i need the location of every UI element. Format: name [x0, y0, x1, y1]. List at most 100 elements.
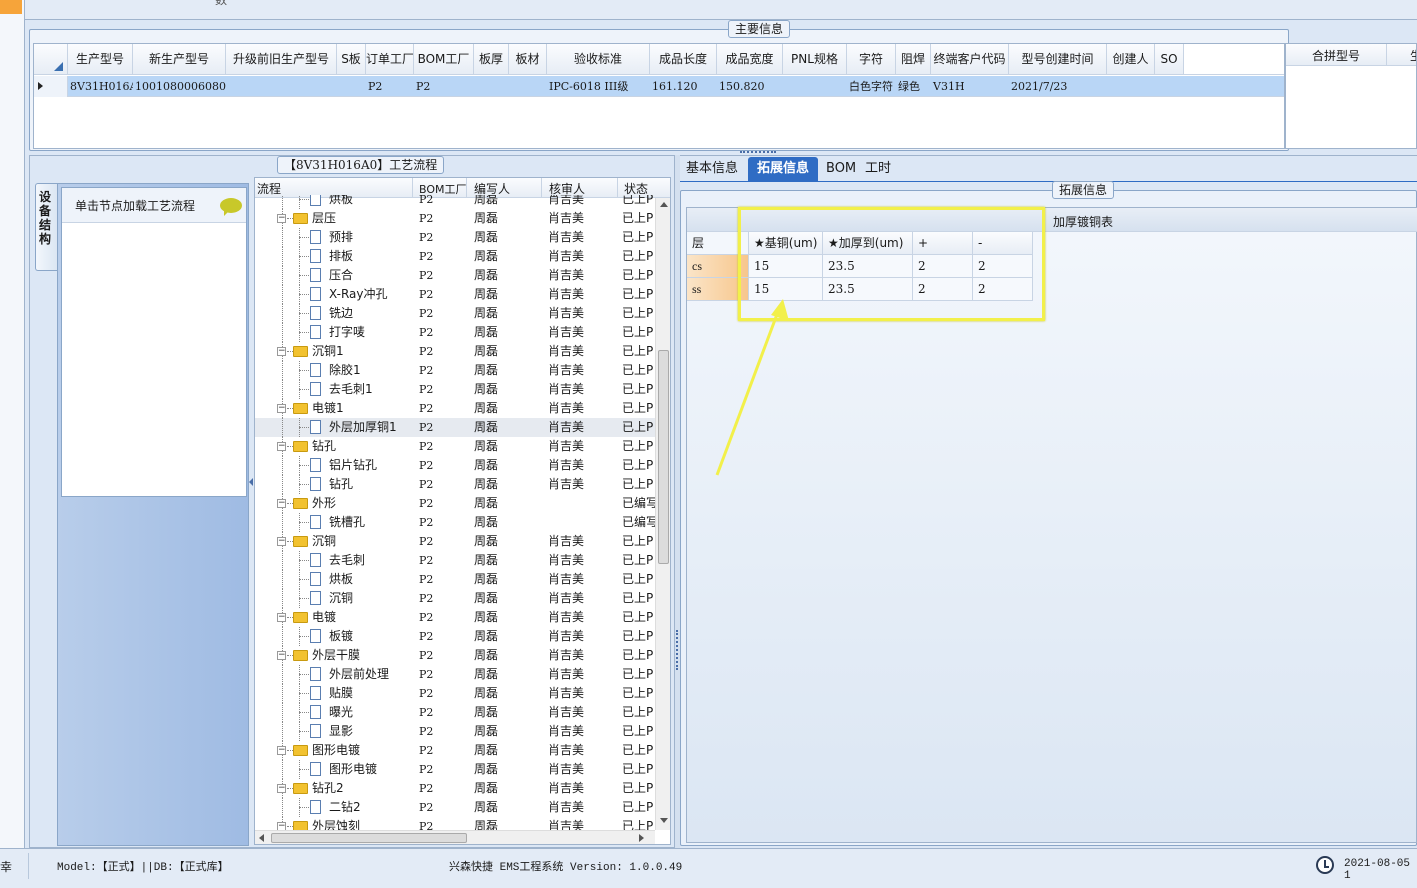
tree-row[interactable]: − 钻孔 P2 周磊 肖吉美 已上P	[255, 437, 655, 456]
collapse-icon[interactable]: −	[277, 651, 286, 660]
main-col-header[interactable]: S板	[337, 44, 366, 74]
main-col-header[interactable]: 字符	[847, 44, 896, 74]
side-tab-device-structure[interactable]: 设备结构	[35, 183, 57, 271]
scroll-right-icon[interactable]	[639, 834, 644, 842]
merge-col-1[interactable]: 生	[1410, 47, 1416, 64]
main-col-header[interactable]: 新生产型号	[133, 44, 226, 74]
device-hint-box[interactable]: 单击节点加载工艺流程	[61, 187, 247, 497]
main-col-header[interactable]: 板厚	[474, 44, 509, 74]
tree-vertical-scrollbar[interactable]	[655, 198, 670, 830]
tab-2[interactable]: BOM	[820, 157, 856, 181]
tree-row[interactable]: 去毛刺 P2 周磊 肖吉美 已上P	[255, 551, 655, 570]
tree-row[interactable]: − 外层干膜 P2 周磊 肖吉美 已上P	[255, 646, 655, 665]
main-info-row[interactable]: 8V31H016A010010800060803 P2P2 IPC-6018 III…	[34, 76, 1284, 97]
tree-row[interactable]: − 电镀 P2 周磊 肖吉美 已上P	[255, 608, 655, 627]
main-row-cell[interactable]: 161.120	[650, 76, 717, 97]
main-row-cell[interactable]: 150.820	[717, 76, 783, 97]
main-col-header[interactable]: 创建人	[1107, 44, 1155, 74]
tree-row[interactable]: 烘板 P2 周磊 肖吉美 已上P	[255, 570, 655, 589]
tree-row[interactable]: − 层压 P2 周磊 肖吉美 已上P	[255, 209, 655, 228]
collapse-icon[interactable]: −	[277, 214, 286, 223]
main-col-header[interactable]: PNL规格	[783, 44, 847, 74]
tree-row[interactable]: 曝光 P2 周磊 肖吉美 已上P	[255, 703, 655, 722]
collapse-icon[interactable]: −	[277, 746, 286, 755]
scroll-down-icon[interactable]	[660, 818, 668, 823]
tree-row[interactable]: 外层前处理 P2 周磊 肖吉美 已上P	[255, 665, 655, 684]
tree-row[interactable]: 钻孔 P2 周磊 肖吉美 已上P	[255, 475, 655, 494]
tab-1[interactable]: 拓展信息	[748, 157, 818, 181]
tree-row[interactable]: 排板 P2 周磊 肖吉美 已上P	[255, 247, 655, 266]
collapse-icon[interactable]: −	[277, 537, 286, 546]
scroll-left-icon[interactable]	[259, 834, 264, 842]
main-col-header[interactable]: BOM工厂	[414, 44, 474, 74]
tree-horizontal-scrollbar[interactable]	[255, 830, 655, 844]
tree-row[interactable]: 打字唛 P2 周磊 肖吉美 已上P	[255, 323, 655, 342]
tree-row[interactable]: − 沉铜 P2 周磊 肖吉美 已上P	[255, 532, 655, 551]
tree-row[interactable]: − 图形电镀 P2 周磊 肖吉美 已上P	[255, 741, 655, 760]
tab-3[interactable]: 工时	[858, 157, 898, 181]
tree-vertical-thumb[interactable]	[658, 350, 669, 564]
main-row-cell[interactable]: IPC-6018 III级	[547, 76, 650, 97]
main-row-cell[interactable]	[509, 76, 547, 97]
tree-row[interactable]: 烘板 P2 周磊 肖吉美 已上P	[255, 195, 655, 209]
horizontal-splitter-grip[interactable]	[740, 151, 776, 154]
main-col-header[interactable]: 成品长度	[650, 44, 717, 74]
main-row-cell[interactable]: P2	[366, 76, 414, 97]
main-row-cell[interactable]	[474, 76, 509, 97]
tree-row[interactable]: 铣槽孔 P2 周磊 已编写	[255, 513, 655, 532]
tab-0[interactable]: 基本信息	[680, 157, 742, 181]
main-row-cell[interactable]: 2021/7/23	[1009, 76, 1107, 97]
main-row-cell[interactable]	[1155, 76, 1184, 97]
left-collapse-icon[interactable]	[249, 478, 253, 486]
main-col-header[interactable]: 生产型号	[68, 44, 133, 74]
main-row-cell[interactable]	[783, 76, 847, 97]
tree-row[interactable]: − 外层蚀刻 P2 周磊 肖吉美 已上P	[255, 817, 655, 830]
collapse-icon[interactable]: −	[277, 404, 286, 413]
collapse-icon[interactable]: −	[277, 784, 286, 793]
main-col-header[interactable]: 订单工厂	[366, 44, 414, 74]
main-row-cell[interactable]: 8V31H016A0	[68, 76, 133, 97]
tree-horizontal-thumb[interactable]	[271, 833, 467, 843]
collapse-icon[interactable]: −	[277, 442, 286, 451]
collapse-icon[interactable]: −	[277, 347, 286, 356]
main-col-header[interactable]: 升级前旧生产型号	[226, 44, 337, 74]
main-row-cell[interactable]	[1107, 76, 1155, 97]
tree-row[interactable]: 图形电镀 P2 周磊 肖吉美 已上P	[255, 760, 655, 779]
main-col-header[interactable]: 成品宽度	[717, 44, 783, 74]
tree-row[interactable]: 贴膜 P2 周磊 肖吉美 已上P	[255, 684, 655, 703]
tree-row[interactable]: 外层加厚铜1 P2 周磊 肖吉美 已上P	[255, 418, 655, 437]
tree-row[interactable]: X-Ray冲孔 P2 周磊 肖吉美 已上P	[255, 285, 655, 304]
merge-col-0[interactable]: 合拼型号	[1312, 47, 1360, 64]
tree-row[interactable]: 铣边 P2 周磊 肖吉美 已上P	[255, 304, 655, 323]
main-row-cell[interactable]: 绿色	[896, 76, 931, 97]
collapse-icon[interactable]: −	[277, 499, 286, 508]
main-row-cell[interactable]: 白色字符	[847, 76, 896, 97]
tree-row[interactable]: − 钻孔2 P2 周磊 肖吉美 已上P	[255, 779, 655, 798]
grid-corner[interactable]	[34, 44, 68, 74]
main-row-cell[interactable]: V31H	[931, 76, 1009, 97]
main-col-header[interactable]: 终端客户代码	[931, 44, 1009, 74]
main-row-cell[interactable]	[337, 76, 366, 97]
tree-row[interactable]: − 电镀1 P2 周磊 肖吉美 已上P	[255, 399, 655, 418]
main-row-cell[interactable]: 10010800060803	[133, 76, 226, 97]
main-col-header[interactable]: 阻焊	[896, 44, 931, 74]
tree-row[interactable]: 压合 P2 周磊 肖吉美 已上P	[255, 266, 655, 285]
tree-row[interactable]: 沉铜 P2 周磊 肖吉美 已上P	[255, 589, 655, 608]
tree-row[interactable]: 去毛刺1 P2 周磊 肖吉美 已上P	[255, 380, 655, 399]
collapse-icon[interactable]: −	[277, 822, 286, 830]
scroll-up-icon[interactable]	[660, 202, 668, 207]
main-row-cell[interactable]	[226, 76, 337, 97]
main-col-header[interactable]: 板材	[509, 44, 547, 74]
tree-row[interactable]: 预排 P2 周磊 肖吉美 已上P	[255, 228, 655, 247]
tree-row[interactable]: 板镀 P2 周磊 肖吉美 已上P	[255, 627, 655, 646]
main-row-cell[interactable]: P2	[414, 76, 474, 97]
tree-row[interactable]: − 外形 P2 周磊 已编写	[255, 494, 655, 513]
tree-row[interactable]: 除胶1 P2 周磊 肖吉美 已上P	[255, 361, 655, 380]
collapse-icon[interactable]: −	[277, 613, 286, 622]
main-col-header[interactable]: 验收标准	[547, 44, 650, 74]
tree-row[interactable]: 二钻2 P2 周磊 肖吉美 已上P	[255, 798, 655, 817]
main-col-header[interactable]: SO	[1155, 44, 1184, 74]
tree-row[interactable]: 铝片钻孔 P2 周磊 肖吉美 已上P	[255, 456, 655, 475]
tree-row[interactable]: − 沉铜1 P2 周磊 肖吉美 已上P	[255, 342, 655, 361]
tree-row[interactable]: 显影 P2 周磊 肖吉美 已上P	[255, 722, 655, 741]
